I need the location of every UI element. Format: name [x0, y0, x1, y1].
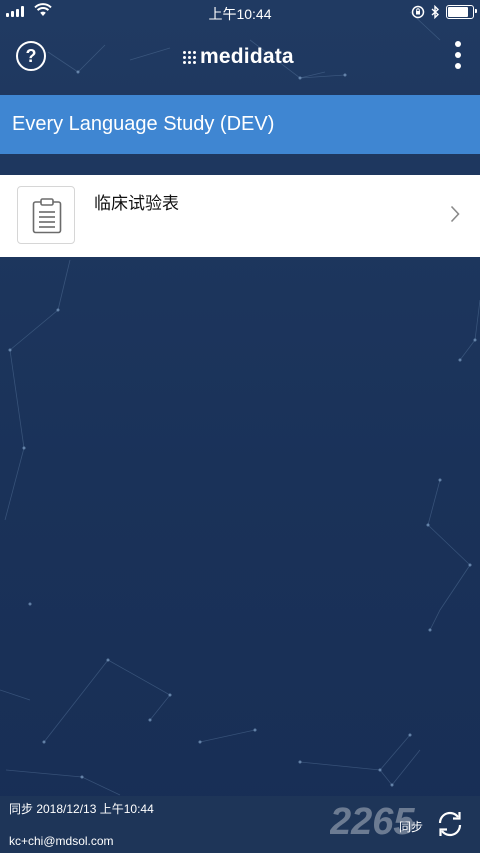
more-vertical-icon[interactable] [450, 38, 466, 72]
sync-icon[interactable] [434, 808, 466, 840]
user-email: kc+chi@mdsol.com [9, 834, 114, 848]
list-item-form[interactable]: 临床试验表 [0, 175, 480, 257]
footer: 同步 2018/12/13 上午10:44 kc+chi@mdsol.com 同… [0, 796, 480, 853]
help-icon: ? [25, 46, 37, 66]
chevron-right-icon [450, 205, 460, 223]
form-name: 临床试验表 [94, 194, 179, 213]
app-header: ? medidata [0, 28, 480, 84]
last-sync-status: 同步 2018/12/13 上午10:44 [9, 802, 154, 816]
battery-fill [448, 7, 469, 17]
brand-name: medidata [200, 45, 294, 68]
help-button[interactable]: ? [16, 41, 46, 71]
orientation-lock-icon [411, 5, 425, 19]
brand-grid-icon [183, 50, 196, 64]
brand-logo: medidata [183, 45, 294, 69]
form-icon-box [17, 186, 75, 244]
study-title: Every Language Study (DEV) [12, 113, 275, 135]
study-banner[interactable]: Every Language Study (DEV) [0, 95, 480, 154]
status-icons [411, 3, 477, 21]
status-time: 上午10:44 [208, 6, 272, 22]
status-bar: 上午10:44 [0, 0, 480, 24]
clipboard-icon [32, 198, 62, 234]
battery-icon [446, 5, 477, 19]
sync-label[interactable]: 同步 [399, 818, 423, 835]
bluetooth-icon [431, 5, 440, 19]
